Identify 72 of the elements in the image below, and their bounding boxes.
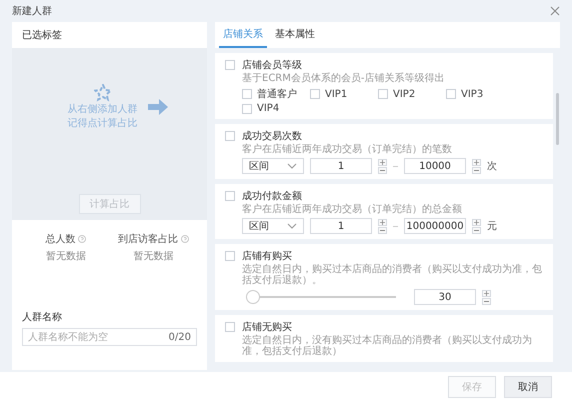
decrement-button[interactable] bbox=[378, 226, 387, 234]
increment-button[interactable] bbox=[378, 158, 387, 166]
minus-icon bbox=[380, 228, 385, 232]
slider[interactable] bbox=[246, 290, 396, 304]
chevron-down-icon bbox=[287, 163, 297, 169]
checkbox[interactable] bbox=[225, 131, 235, 141]
chevron-down-icon bbox=[287, 223, 297, 229]
min-input[interactable]: 1 bbox=[310, 158, 372, 174]
increment-button[interactable] bbox=[378, 218, 387, 226]
decrement-button[interactable] bbox=[472, 166, 481, 174]
scrollbar-thumb[interactable] bbox=[556, 93, 559, 145]
card-title: 成功付款金额 bbox=[242, 190, 302, 203]
checkbox[interactable] bbox=[225, 191, 235, 201]
footer-button[interactable]: 取消 bbox=[504, 376, 552, 398]
decrement-button[interactable] bbox=[472, 226, 481, 234]
level-checkbox[interactable]: VIP1 bbox=[310, 87, 378, 101]
checkbox[interactable] bbox=[225, 251, 235, 261]
unit-label: 元 bbox=[487, 220, 497, 233]
level-checkbox[interactable]: VIP2 bbox=[378, 87, 446, 101]
hint-text: 从右侧添加人群 bbox=[68, 104, 138, 116]
card-description: 客户在店铺近两年成功交易（订单完结）的笔数 bbox=[242, 144, 453, 155]
field-label: 人群名称 bbox=[22, 311, 63, 324]
hint-text: 记得点计算占比 bbox=[68, 118, 138, 130]
increment-button[interactable] bbox=[482, 290, 491, 296]
mode-select[interactable]: 区间 bbox=[242, 218, 304, 234]
card-description: 选定自然日内，购买过本店商品的消费者（购买以支付成功为准，包括支付后退款）。 bbox=[242, 264, 543, 286]
unit-label: 次 bbox=[487, 160, 497, 173]
tab[interactable]: 基本属性 bbox=[271, 22, 319, 48]
star-icon bbox=[94, 84, 112, 102]
help-icon[interactable] bbox=[78, 235, 86, 243]
stat-label: 到店访客占比 bbox=[118, 232, 178, 246]
stat-value: 暂无数据 bbox=[46, 250, 86, 263]
minus-icon bbox=[474, 168, 479, 172]
max-input[interactable]: 100000000 bbox=[404, 218, 466, 234]
card-description: 基于ECRM会员体系的会员-店铺关系等级得出 bbox=[242, 73, 446, 84]
decrement-button[interactable] bbox=[378, 166, 387, 174]
plus-icon bbox=[474, 220, 479, 224]
plus-icon bbox=[484, 290, 489, 296]
card-title: 成功交易次数 bbox=[242, 130, 302, 143]
tab[interactable]: 店铺关系 bbox=[219, 22, 267, 48]
minus-icon bbox=[380, 168, 385, 172]
plus-icon bbox=[474, 160, 479, 164]
decrement-button[interactable] bbox=[482, 298, 491, 304]
card-title: 店铺会员等级 bbox=[242, 58, 302, 72]
level-checkbox[interactable]: VIP4 bbox=[242, 103, 310, 114]
plus-icon bbox=[380, 220, 385, 224]
checkbox[interactable] bbox=[225, 322, 235, 332]
window-title: 新建人群 bbox=[12, 4, 52, 18]
char-counter: 0/20 bbox=[168, 332, 191, 342]
days-input[interactable]: 30 bbox=[414, 289, 476, 305]
minus-icon bbox=[474, 228, 479, 232]
card-description: 选定自然日内，没有购买过本店商品的消费者（购买以支付成功为准，包括支付后退款） bbox=[242, 335, 533, 357]
increment-button[interactable] bbox=[472, 218, 481, 226]
stat-value: 暂无数据 bbox=[133, 250, 174, 263]
slider-thumb[interactable] bbox=[246, 290, 260, 304]
max-input[interactable]: 10000 bbox=[404, 158, 466, 174]
card-title: 店铺有购买 bbox=[242, 250, 292, 263]
plus-icon bbox=[380, 160, 385, 164]
card-title: 店铺无购买 bbox=[242, 320, 292, 334]
minus-icon bbox=[484, 298, 489, 304]
card-description: 客户在店铺近两年成功交易（订单完结）的总金额 bbox=[242, 204, 463, 215]
min-input[interactable]: 1 bbox=[310, 218, 372, 234]
help-icon[interactable] bbox=[180, 235, 189, 243]
checkbox[interactable] bbox=[225, 60, 235, 70]
mode-select[interactable]: 区间 bbox=[242, 158, 304, 174]
level-checkbox[interactable]: VIP3 bbox=[446, 87, 514, 101]
arrow-icon bbox=[148, 99, 168, 115]
panel-header: 已选标签 bbox=[12, 22, 207, 48]
increment-button[interactable] bbox=[472, 158, 481, 166]
stat-label: 总人数 bbox=[45, 232, 76, 246]
close-icon[interactable] bbox=[550, 6, 560, 16]
level-checkbox[interactable]: 普通客户 bbox=[242, 87, 310, 101]
